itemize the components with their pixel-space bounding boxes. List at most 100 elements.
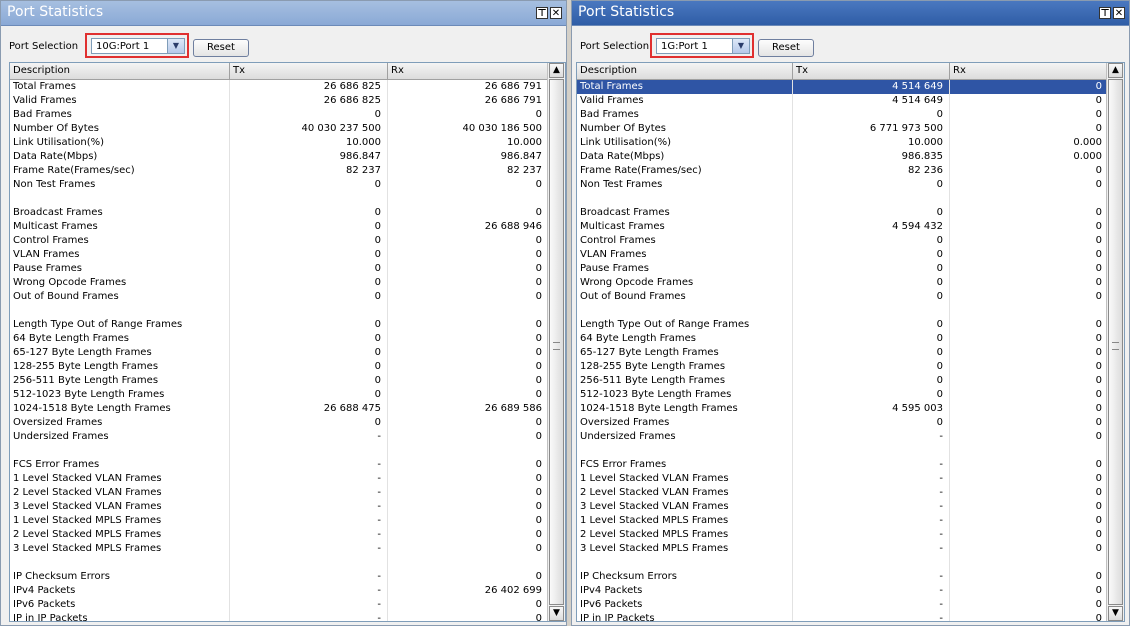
table-row[interactable]: IPv6 Packets -0 [577,598,1124,612]
table-row[interactable]: Pause Frames 0 0 [10,262,565,276]
table-row[interactable]: 2 Level Stacked MPLS Frames -0 [577,528,1124,542]
table-row[interactable]: 3 Level Stacked MPLS Frames -0 [10,542,565,556]
table-row[interactable]: VLAN Frames 0 0 [10,248,565,262]
column-header-tx[interactable]: Tx [230,63,388,79]
table-row[interactable]: Link Utilisation(%) 10.000 0.000 [577,136,1124,150]
table-row[interactable]: Total Frames 26 686 825 26 686 791 [10,80,565,94]
table-row[interactable]: IPv4 Packets -26 402 699 [10,584,565,598]
table-row[interactable]: 2 Level Stacked VLAN Frames -0 [10,486,565,500]
port-selection-dropdown[interactable]: 1G:Port 1 ▼ [656,38,750,54]
chevron-down-icon[interactable]: ▼ [167,39,184,53]
table-row[interactable]: 65-127 Byte Length Frames 0 0 [577,346,1124,360]
table-row[interactable]: Non Test Frames 0 0 [10,178,565,192]
table-row[interactable]: 128-255 Byte Length Frames 0 0 [577,360,1124,374]
table-row[interactable]: Undersized Frames -0 [577,430,1124,444]
table-row[interactable]: 1 Level Stacked MPLS Frames -0 [577,514,1124,528]
table-row[interactable]: Link Utilisation(%) 10.000 10.000 [10,136,565,150]
table-row[interactable] [10,444,565,458]
table-row[interactable]: IPv6 Packets -0 [10,598,565,612]
table-row[interactable]: IP in IP Packets -0 [10,612,565,621]
table-row[interactable]: VLAN Frames 0 0 [577,248,1124,262]
table-row[interactable]: 3 Level Stacked VLAN Frames -0 [577,500,1124,514]
table-row[interactable]: Undersized Frames -0 [10,430,565,444]
table-row[interactable]: Length Type Out of Range Frames 0 0 [577,318,1124,332]
chevron-down-icon[interactable]: ▼ [732,39,749,53]
table-row[interactable]: Out of Bound Frames 0 0 [10,290,565,304]
column-header-rx[interactable]: Rx [388,63,549,79]
table-row[interactable]: Valid Frames 4 514 649 0 [577,94,1124,108]
table-row[interactable]: IP Checksum Errors -0 [10,570,565,584]
table-row[interactable]: 128-255 Byte Length Frames 0 0 [10,360,565,374]
column-header-rx[interactable]: Rx [950,63,1109,79]
table-row[interactable]: Valid Frames 26 686 825 26 686 791 [10,94,565,108]
table-row[interactable] [577,304,1124,318]
table-row[interactable]: Bad Frames 0 0 [577,108,1124,122]
table-row[interactable]: Wrong Opcode Frames 0 0 [577,276,1124,290]
close-icon[interactable]: ✕ [550,7,562,19]
table-row[interactable]: Bad Frames 0 0 [10,108,565,122]
reset-button[interactable]: Reset [758,39,814,57]
table-row[interactable]: 1 Level Stacked MPLS Frames -0 [10,514,565,528]
table-row[interactable]: Non Test Frames 0 0 [577,178,1124,192]
table-row[interactable]: 1024-1518 Byte Length Frames 4 595 003 0 [577,402,1124,416]
table-row[interactable] [10,556,565,570]
table-row[interactable]: IP in IP Packets -0 [577,612,1124,621]
table-row[interactable]: 1 Level Stacked VLAN Frames -0 [577,472,1124,486]
scroll-down-icon[interactable]: ▼ [549,606,564,621]
panel-titlebar[interactable]: Port Statistics ⊤ ✕ [572,1,1129,26]
table-row[interactable] [577,556,1124,570]
vertical-scrollbar[interactable]: ▲ ▼ [547,63,565,621]
table-row[interactable]: 3 Level Stacked VLAN Frames -0 [10,500,565,514]
table-row[interactable]: IP Checksum Errors -0 [577,570,1124,584]
table-row[interactable]: 256-511 Byte Length Frames 0 0 [577,374,1124,388]
table-row[interactable]: 512-1023 Byte Length Frames 0 0 [577,388,1124,402]
table-row[interactable]: 1 Level Stacked VLAN Frames -0 [10,472,565,486]
table-row[interactable]: 512-1023 Byte Length Frames 0 0 [10,388,565,402]
table-row[interactable]: 2 Level Stacked MPLS Frames -0 [10,528,565,542]
scroll-up-icon[interactable]: ▲ [549,63,564,78]
table-row[interactable]: 256-511 Byte Length Frames 0 0 [10,374,565,388]
table-row[interactable]: Data Rate(Mbps) 986.835 0.000 [577,150,1124,164]
panel-titlebar[interactable]: Port Statistics ⊤ ✕ [1,1,566,26]
table-row[interactable]: IPv4 Packets -0 [577,584,1124,598]
table-row[interactable]: Multicast Frames 4 594 432 0 [577,220,1124,234]
table-row[interactable]: Out of Bound Frames 0 0 [577,290,1124,304]
scroll-up-icon[interactable]: ▲ [1108,63,1123,78]
table-row[interactable]: Length Type Out of Range Frames 0 0 [10,318,565,332]
table-row[interactable]: Multicast Frames 0 26 688 946 [10,220,565,234]
table-row[interactable]: 64 Byte Length Frames 0 0 [10,332,565,346]
column-header-tx[interactable]: Tx [793,63,950,79]
table-row[interactable] [577,192,1124,206]
table-row[interactable]: 64 Byte Length Frames 0 0 [577,332,1124,346]
scrollbar-thumb[interactable] [1108,79,1123,605]
table-row[interactable]: 2 Level Stacked VLAN Frames -0 [577,486,1124,500]
table-row[interactable]: Pause Frames 0 0 [577,262,1124,276]
table-row[interactable]: Control Frames 0 0 [10,234,565,248]
table-row[interactable]: Broadcast Frames 0 0 [577,206,1124,220]
table-row[interactable]: Data Rate(Mbps) 986.847 986.847 [10,150,565,164]
scroll-down-icon[interactable]: ▼ [1108,606,1123,621]
table-row[interactable]: Frame Rate(Frames/sec) 82 236 0 [577,164,1124,178]
pin-icon[interactable]: ⊤ [1099,7,1111,19]
reset-button[interactable]: Reset [193,39,249,57]
table-row[interactable]: Number Of Bytes 40 030 237 500 40 030 186 … [10,122,565,136]
table-row[interactable]: Frame Rate(Frames/sec) 82 237 82 237 [10,164,565,178]
table-row[interactable]: Oversized Frames 0 0 [577,416,1124,430]
pin-icon[interactable]: ⊤ [536,7,548,19]
table-row[interactable]: Total Frames 4 514 649 0 [577,80,1124,94]
port-selection-dropdown[interactable]: 10G:Port 1 ▼ [91,38,185,54]
vertical-scrollbar[interactable]: ▲ ▼ [1106,63,1124,621]
table-row[interactable]: 65-127 Byte Length Frames 0 0 [10,346,565,360]
scrollbar-thumb[interactable] [549,79,564,605]
table-row[interactable]: Oversized Frames 0 0 [10,416,565,430]
table-row[interactable] [10,192,565,206]
table-row[interactable]: Broadcast Frames 0 0 [10,206,565,220]
table-row[interactable]: FCS Error Frames -0 [577,458,1124,472]
column-header-description[interactable]: Description [577,63,793,79]
table-row[interactable]: Control Frames 0 0 [577,234,1124,248]
table-row[interactable] [10,304,565,318]
close-icon[interactable]: ✕ [1113,7,1125,19]
table-row[interactable]: Wrong Opcode Frames 0 0 [10,276,565,290]
column-header-description[interactable]: Description [10,63,230,79]
table-row[interactable]: 1024-1518 Byte Length Frames 26 688 475 26… [10,402,565,416]
